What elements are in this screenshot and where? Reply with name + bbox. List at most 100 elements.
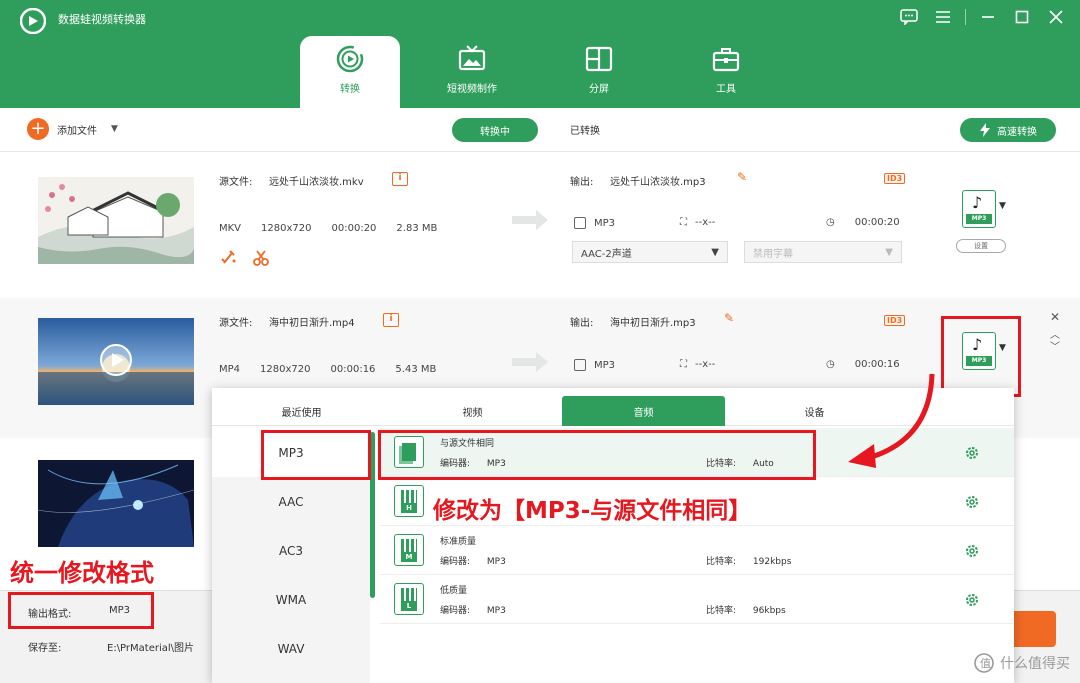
edit-icon[interactable]: ✎: [724, 311, 734, 325]
gear-icon[interactable]: [964, 543, 980, 559]
clock-icon: ◷: [826, 217, 835, 228]
gear-icon[interactable]: [964, 494, 980, 510]
clock-icon: ◷: [826, 359, 835, 370]
arrow-right-icon: [512, 352, 548, 372]
source-meta: MP4 1280x720 00:00:16 5.43 MB: [219, 364, 456, 375]
remove-icon[interactable]: ✕: [1050, 310, 1060, 324]
source-meta: MKV 1280x720 00:00:20 2.83 MB: [219, 223, 457, 234]
tv-icon: [458, 45, 486, 71]
resize-icon: ⛶: [680, 359, 687, 370]
info-icon[interactable]: i: [383, 313, 399, 327]
split-screen-icon: [585, 46, 613, 72]
window-controls: [897, 6, 1068, 28]
highlight-box: [261, 430, 371, 480]
tab-split-screen[interactable]: 分屏: [544, 36, 654, 108]
gear-icon[interactable]: [964, 592, 980, 608]
tab-converted[interactable]: 已转换: [570, 122, 600, 137]
app-logo-icon: [20, 8, 46, 34]
tab-converting[interactable]: 转换中: [452, 118, 538, 142]
tab-tools[interactable]: 工具: [671, 36, 781, 108]
output-resolution-meta: ⛶ --x--: [680, 217, 715, 228]
save-to-label: 保存至:: [28, 643, 62, 654]
output-format: MP3: [594, 217, 616, 229]
output-meta: MP3: [574, 359, 615, 371]
preset-bitrate-label: 比特率:: [706, 606, 737, 616]
minimize-icon[interactable]: [976, 6, 1000, 28]
add-file-label: 添加文件: [57, 125, 97, 137]
fast-convert-button[interactable]: 高速转换: [960, 118, 1056, 142]
preset-bitrate: 比特率: 192kbps: [706, 554, 791, 567]
preset-item[interactable]: M 标准质量 编码器: MP3 比特率: 192kbps: [380, 526, 1014, 575]
tab-short-video-label: 短视频制作: [447, 84, 497, 95]
chevron-down-icon[interactable]: ▼: [111, 124, 118, 134]
source-label: 源文件:: [219, 177, 253, 188]
tab-convert[interactable]: 转换: [300, 36, 400, 108]
move-down-icon[interactable]: ﹀: [1050, 338, 1060, 353]
format-tag: MP3: [966, 214, 992, 224]
output-label: 输出:: [570, 177, 594, 188]
output-filename: 远处千山浓淡妆.mp3: [610, 177, 706, 188]
output-meta: MP3: [574, 217, 615, 229]
preset-encoder-label: 编码器:: [440, 557, 471, 567]
audio-track-value: AAC-2声道: [581, 248, 632, 260]
video-thumbnail[interactable]: [38, 177, 194, 264]
id3-badge[interactable]: ID3: [884, 173, 906, 184]
preset-bitrate-value: 96kbps: [752, 606, 786, 616]
close-icon[interactable]: [1044, 6, 1068, 28]
output-duration-meta: ◷ 00:00:16: [826, 359, 900, 370]
source-duration: 00:00:20: [331, 223, 377, 234]
preset-item[interactable]: L 低质量 编码器: MP3 比特率: 96kbps: [380, 575, 1014, 624]
id3-badge[interactable]: ID3: [884, 315, 906, 326]
main-tabs: 转换 短视频制作 分屏 工具: [300, 36, 798, 108]
output-resolution: --x--: [695, 359, 716, 370]
source-size: 2.83 MB: [396, 223, 438, 234]
annotation-unify: 统一修改格式: [10, 559, 154, 587]
tab-tools-label: 工具: [716, 84, 736, 95]
menu-icon[interactable]: [931, 6, 955, 28]
format-item-wav[interactable]: WAV: [212, 624, 370, 673]
preset-encoder: 编码器: MP3: [440, 554, 506, 567]
tab-audio[interactable]: 音频: [562, 396, 725, 426]
edit-icon[interactable]: ✎: [737, 170, 747, 184]
tab-split-screen-label: 分屏: [589, 84, 609, 95]
output-resolution-meta: ⛶ --x--: [680, 359, 715, 370]
standard-quality-icon: M: [394, 534, 424, 566]
source-size: 5.43 MB: [395, 364, 437, 375]
feedback-icon[interactable]: [897, 6, 921, 28]
output-format-icon[interactable]: ♪ MP3: [962, 190, 996, 228]
chevron-down-icon[interactable]: ▼: [999, 201, 1006, 211]
output-filename: 海中初日渐升.mp3: [610, 318, 696, 329]
tab-video[interactable]: 视频: [391, 396, 554, 426]
maximize-icon[interactable]: [1010, 6, 1034, 28]
format-item-aac[interactable]: AAC: [212, 477, 370, 526]
preset-bitrate-label: 比特率:: [706, 557, 737, 567]
save-to-path[interactable]: E:\PrMaterial\图片: [107, 639, 194, 654]
format-item-wma[interactable]: WMA: [212, 575, 370, 624]
add-file-button[interactable]: + 添加文件 ▼: [27, 118, 118, 140]
preset-encoder: 编码器: MP3: [440, 603, 506, 616]
audio-track-select[interactable]: AAC-2声道 ▼: [572, 241, 728, 263]
format-item-ac3[interactable]: AC3: [212, 526, 370, 575]
preset-bitrate: 比特率: 96kbps: [706, 603, 786, 616]
video-thumbnail[interactable]: [38, 460, 194, 547]
chevron-down-icon: ▼: [711, 246, 719, 258]
subtitle-value: 禁用字幕: [753, 248, 793, 260]
arrow-right-icon: [512, 210, 548, 230]
preset-encoder-value: MP3: [486, 557, 506, 567]
video-thumbnail[interactable]: [38, 318, 194, 405]
subtitle-select[interactable]: 禁用字幕 ▼: [744, 241, 902, 263]
toolbox-icon: [712, 48, 740, 72]
output-duration: 00:00:20: [854, 217, 900, 228]
tab-recent[interactable]: 最近使用: [220, 396, 383, 426]
gear-icon[interactable]: [964, 445, 980, 461]
info-icon[interactable]: i: [392, 172, 408, 186]
highlight-box: [8, 592, 154, 629]
settings-button[interactable]: 设置: [956, 239, 1006, 253]
tab-short-video[interactable]: 短视频制作: [417, 36, 527, 108]
plus-icon: +: [27, 118, 49, 140]
toolbar: + 添加文件 ▼ 转换中 已转换 高速转换: [0, 108, 1080, 152]
enhance-icon[interactable]: [220, 249, 238, 267]
watermark-logo-icon: 值: [974, 653, 994, 673]
scissors-icon[interactable]: [252, 249, 270, 267]
output-format: MP3: [594, 359, 616, 371]
